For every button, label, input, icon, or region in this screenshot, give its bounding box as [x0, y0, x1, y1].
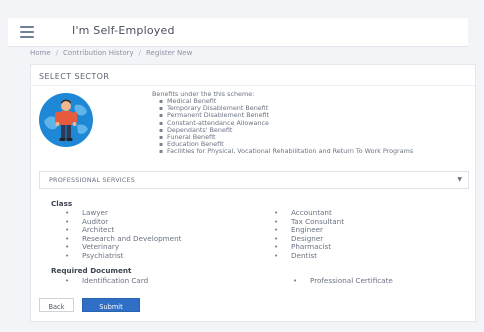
worker-avatar-icon — [37, 91, 95, 149]
sector-select-value: PROFESSIONAL SERVICES — [49, 176, 136, 184]
app-window: I'm Self-Employed Home / Contribution Hist… — [0, 0, 484, 332]
benefit-item: Facilities for Physical, Vocational Reha… — [159, 148, 467, 156]
class-item: Dentist — [274, 251, 344, 261]
required-document-item: Professional Certificate — [293, 276, 393, 285]
select-sector-card: SELECT SECTOR Benefits under the this sc… — [30, 64, 476, 322]
required-document-heading: Required Document — [51, 266, 132, 275]
breadcrumb-contribution-history[interactable]: Contribution History — [63, 49, 134, 57]
required-document-item: Identification Card — [65, 276, 148, 285]
breadcrumb-home[interactable]: Home — [30, 49, 51, 57]
class-item: Psychiatrist — [65, 251, 181, 261]
class-heading: Class — [51, 199, 73, 208]
submit-button[interactable]: Submit — [82, 298, 140, 312]
card-title: SELECT SECTOR — [39, 72, 110, 81]
breadcrumb: Home / Contribution History / Register New — [30, 49, 192, 57]
breadcrumb-register-new: Register New — [145, 49, 193, 57]
back-button[interactable]: Back — [39, 298, 74, 312]
app-title: I'm Self-Employed — [72, 24, 175, 37]
class-list-right: Accountant Tax Consultant Engineer Desig… — [272, 208, 344, 261]
chevron-down-icon: ▼ — [457, 176, 462, 183]
sector-select[interactable]: PROFESSIONAL SERVICES ▼ — [39, 171, 469, 189]
class-list-left: Lawyer Auditor Architect Research and De… — [63, 208, 182, 261]
divider — [31, 85, 475, 86]
breadcrumb-separator: / — [138, 49, 141, 57]
breadcrumb-separator: / — [55, 49, 59, 57]
benefits-list: Medical Benefit Temporary Disablement Be… — [159, 97, 467, 156]
top-bar: I'm Self-Employed — [8, 18, 468, 47]
hamburger-icon[interactable] — [20, 26, 34, 38]
